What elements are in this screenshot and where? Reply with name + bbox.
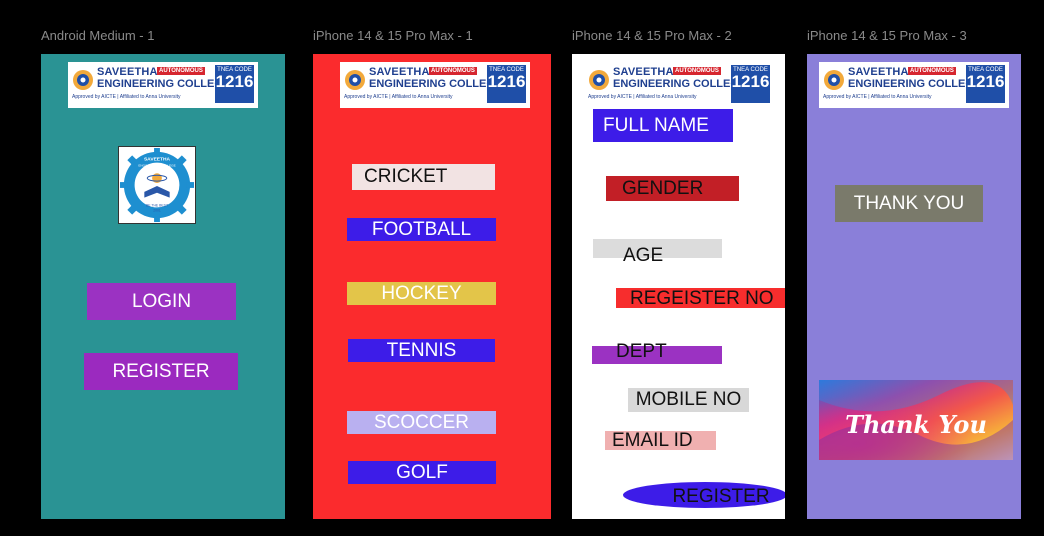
field-age[interactable]: AGE [593, 239, 722, 266]
frame-label-iphone-2: iPhone 14 & 15 Pro Max - 2 [572, 28, 732, 43]
college-gear-icon [73, 70, 93, 90]
college-banner: SAVEETHA AUTONOMOUS ENGINEERING COLLEGE … [584, 62, 774, 108]
tnea-code-box: TNEA CODE 1216 [487, 65, 526, 103]
tnea-code: 1216 [487, 72, 526, 91]
field-mobile-no[interactable]: MOBILE NO [628, 388, 749, 412]
emblem-motto-text: BE THE BEST [146, 203, 168, 207]
college-gear-icon [589, 70, 609, 90]
college-emblem-icon: SAVEETHA ENGINEERING COLLEGE BE THE BEST… [119, 147, 195, 223]
banner-approval-text: Approved by AICTE | Affiliated to Anna U… [72, 94, 181, 100]
banner-college-subtitle: ENGINEERING COLLEGE [97, 78, 231, 90]
sport-button-golf[interactable]: GOLF [348, 461, 496, 484]
frame-thank-you: SAVEETHA AUTONOMOUS ENGINEERING COLLEGE … [807, 54, 1021, 519]
emblem-year-text: 2001 [153, 208, 161, 212]
banner-autonomous-badge: AUTONOMOUS [673, 67, 721, 75]
register-submit-button[interactable]: REGISTER [623, 482, 785, 508]
banner-college-subtitle: ENGINEERING COLLEGE [613, 78, 747, 90]
college-gear-icon [824, 70, 844, 90]
frame-label-iphone-1: iPhone 14 & 15 Pro Max - 1 [313, 28, 473, 43]
banner-college-name: SAVEETHA [369, 66, 430, 78]
frame-android-home: SAVEETHA AUTONOMOUS ENGINEERING COLLEGE … [41, 54, 285, 519]
field-gender[interactable]: GENDER [606, 176, 739, 201]
tnea-code: 1216 [731, 72, 770, 91]
banner-college-subtitle: ENGINEERING COLLEGE [848, 78, 982, 90]
banner-college-subtitle: ENGINEERING COLLEGE [369, 78, 503, 90]
tnea-code-box: TNEA CODE 1216 [731, 65, 770, 103]
college-banner: SAVEETHA AUTONOMOUS ENGINEERING COLLEGE … [340, 62, 530, 108]
thank-you-card-image: Thank You [819, 380, 1013, 460]
frame-registration-form: SAVEETHA AUTONOMOUS ENGINEERING COLLEGE … [572, 54, 785, 519]
emblem-top-text: SAVEETHA [144, 157, 171, 163]
frame-sports-menu: SAVEETHA AUTONOMOUS ENGINEERING COLLEGE … [313, 54, 551, 519]
field-full-name[interactable]: FULL NAME [593, 109, 733, 142]
frame-label-iphone-3: iPhone 14 & 15 Pro Max - 3 [807, 28, 967, 43]
sport-button-scoccer[interactable]: SCOCCER [347, 411, 496, 434]
sport-button-hockey[interactable]: HOCKEY [347, 282, 496, 305]
frame-label-android: Android Medium - 1 [41, 28, 155, 43]
banner-college-name: SAVEETHA [848, 66, 909, 78]
sport-button-football[interactable]: FOOTBALL [347, 218, 496, 241]
tnea-code: 1216 [215, 72, 254, 91]
banner-college-name: SAVEETHA [613, 66, 674, 78]
login-button[interactable]: LOGIN [87, 283, 236, 320]
college-banner: SAVEETHA AUTONOMOUS ENGINEERING COLLEGE … [819, 62, 1009, 108]
field-email-id[interactable]: EMAIL ID [605, 430, 716, 451]
banner-autonomous-badge: AUTONOMOUS [908, 67, 956, 75]
banner-approval-text: Approved by AICTE | Affiliated to Anna U… [344, 94, 453, 100]
tnea-code-box: TNEA CODE 1216 [215, 65, 254, 103]
thank-you-label: THANK YOU [835, 185, 983, 222]
banner-autonomous-badge: AUTONOMOUS [429, 67, 477, 75]
field-dept[interactable]: DEPT [592, 342, 722, 364]
tnea-code-box: TNEA CODE 1216 [966, 65, 1005, 103]
emblem-sub-text: ENGINEERING COLLEGE [138, 163, 175, 167]
banner-autonomous-badge: AUTONOMOUS [157, 67, 205, 75]
thank-you-artwork: Thank You [819, 380, 1013, 460]
sport-button-cricket[interactable]: CRICKET [352, 164, 495, 190]
banner-approval-text: Approved by AICTE | Affiliated to Anna U… [823, 94, 932, 100]
register-button[interactable]: REGISTER [84, 353, 238, 390]
tnea-code: 1216 [966, 72, 1005, 91]
college-banner: SAVEETHA AUTONOMOUS ENGINEERING COLLEGE … [68, 62, 258, 108]
thank-you-card-text: Thank You [845, 410, 987, 439]
college-gear-icon [345, 70, 365, 90]
banner-approval-text: Approved by AICTE | Affiliated to Anna U… [588, 94, 697, 100]
college-emblem: SAVEETHA ENGINEERING COLLEGE BE THE BEST… [118, 146, 196, 224]
sport-button-tennis[interactable]: TENNIS [348, 339, 495, 362]
banner-college-name: SAVEETHA [97, 66, 158, 78]
field-register-no[interactable]: REGEISTER NO [616, 288, 785, 309]
